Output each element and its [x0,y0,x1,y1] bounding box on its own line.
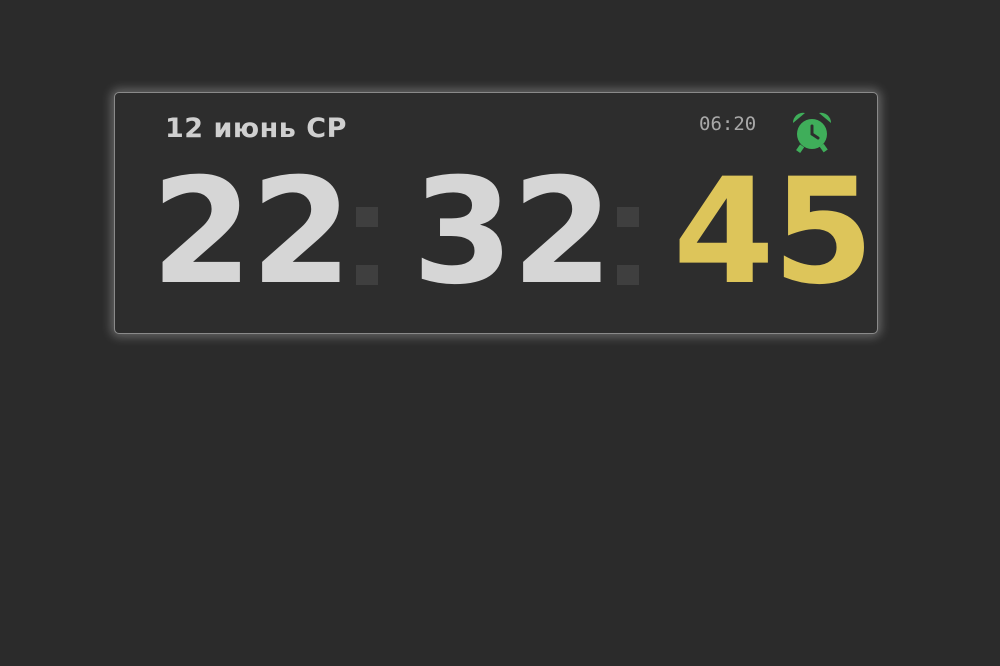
date-label: 12 июнь СР [165,113,347,144]
time-separator [356,207,378,287]
time-separator [617,207,639,287]
alarm-time[interactable]: 06:20 [699,113,756,135]
minutes-display: 32 [412,147,613,317]
seconds-display: 45 [673,147,874,317]
clock-panel: 12 июнь СР 06:20 22 32 45 [114,92,878,334]
hours-display: 22 [151,147,352,317]
